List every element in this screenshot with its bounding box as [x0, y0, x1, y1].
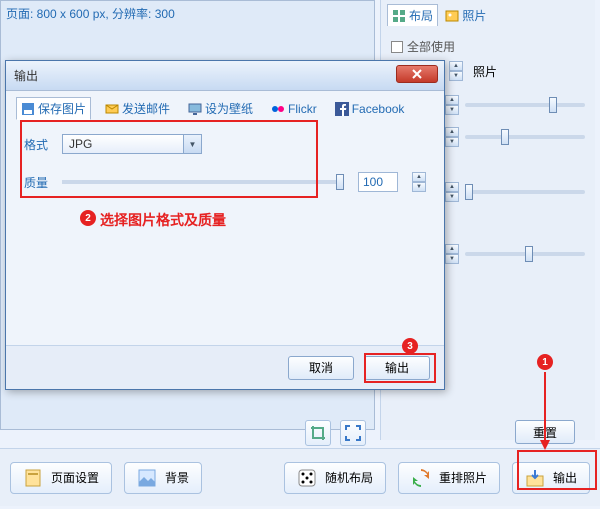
val-spinner-c[interactable]: ▲▼	[445, 182, 459, 202]
cancel-button[interactable]: 取消	[288, 356, 354, 380]
slider-d[interactable]	[465, 252, 585, 256]
annotation-arrow-1	[544, 372, 546, 440]
page-icon	[23, 468, 43, 488]
flickr-icon	[271, 102, 285, 116]
val-spinner-a[interactable]: ▲▼	[445, 95, 459, 115]
format-dropdown[interactable]: JPG ▼	[62, 134, 202, 154]
mail-icon	[105, 102, 119, 116]
page-setup-button[interactable]: 页面设置	[10, 462, 112, 494]
tab-wallpaper[interactable]: 设为壁纸	[184, 97, 257, 120]
val-spinner-b[interactable]: ▲▼	[445, 127, 459, 147]
annotation-badge-2: 2	[80, 210, 96, 226]
quality-input[interactable]: 100	[358, 172, 398, 192]
dialog-export-button[interactable]: 输出	[364, 356, 430, 380]
use-all-label: 全部使用	[407, 38, 455, 55]
tab-photo[interactable]: 照片	[441, 5, 490, 26]
dialog-title: 输出	[14, 67, 38, 84]
close-icon	[411, 68, 423, 80]
annotation-badge-1: 1	[537, 354, 553, 370]
tab-layout-label: 布局	[409, 7, 433, 24]
annotation-arrowhead-1	[540, 440, 550, 450]
slider-a[interactable]	[465, 103, 585, 107]
reorder-photo-button[interactable]: 重排照片	[398, 462, 500, 494]
photo-count-label: 照片	[473, 63, 497, 80]
export-button[interactable]: 输出	[512, 462, 590, 494]
monitor-icon	[188, 102, 202, 116]
grid-icon	[392, 9, 406, 23]
tab-layout[interactable]: 布局	[387, 4, 438, 26]
quality-slider[interactable]	[62, 180, 344, 184]
slider-c[interactable]	[465, 190, 585, 194]
format-label: 格式	[24, 136, 48, 153]
quality-label: 质量	[24, 174, 48, 191]
fullscreen-button[interactable]	[340, 420, 366, 446]
bottom-toolbar: 页面设置 背景 随机布局 重排照片 输出	[0, 448, 600, 506]
slider-b[interactable]	[465, 135, 585, 139]
close-button[interactable]	[396, 65, 438, 83]
background-icon	[137, 468, 157, 488]
crop-button[interactable]	[305, 420, 331, 446]
photo-icon	[445, 9, 459, 23]
facebook-icon	[335, 102, 349, 116]
dialog-titlebar[interactable]: 输出	[6, 61, 444, 91]
chevron-down-icon: ▼	[183, 135, 201, 153]
tab-flickr[interactable]: Flickr	[267, 97, 321, 120]
tab-facebook[interactable]: Facebook	[331, 97, 409, 120]
random-layout-button[interactable]: 随机布局	[284, 462, 386, 494]
refresh-icon	[411, 468, 431, 488]
tab-send-email[interactable]: 发送邮件	[101, 97, 174, 120]
photo-count-spinner[interactable]: ▲▼	[449, 61, 463, 81]
crop-icon	[310, 425, 326, 441]
val-spinner-d[interactable]: ▲▼	[445, 244, 459, 264]
export-icon	[525, 468, 545, 488]
save-icon	[21, 102, 35, 116]
tab-photo-label: 照片	[462, 7, 486, 24]
annotation-text-2: 选择图片格式及质量	[100, 210, 226, 230]
background-button[interactable]: 背景	[124, 462, 202, 494]
page-info: 页面: 800 x 600 px, 分辨率: 300	[6, 5, 175, 22]
tab-save-image[interactable]: 保存图片	[16, 97, 91, 120]
annotation-badge-3: 3	[402, 338, 418, 354]
use-all-checkbox[interactable]	[391, 41, 403, 53]
dice-icon	[297, 468, 317, 488]
expand-icon	[345, 425, 361, 441]
quality-spinner[interactable]: ▲▼	[412, 172, 426, 192]
